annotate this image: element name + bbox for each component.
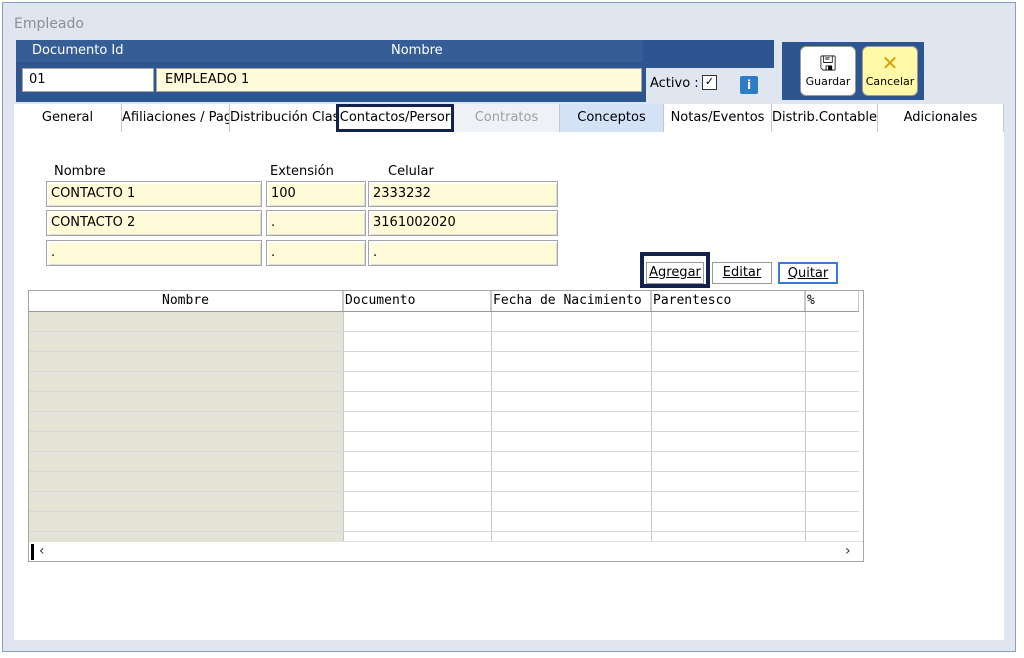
save-button-label: Guardar: [805, 75, 851, 88]
grid-header-line: [29, 311, 859, 312]
edit-button-label: Editar: [722, 265, 762, 280]
contact-name-field[interactable]: CONTACTO 1: [46, 181, 262, 207]
grid-row-line: [29, 431, 859, 432]
grid-row-line: [29, 391, 859, 392]
grid-row-line: [29, 331, 859, 332]
grid-divider: [651, 291, 652, 541]
horizontal-scrollbar[interactable]: ‹ ›: [29, 541, 863, 561]
grid-row-line: [29, 371, 859, 372]
contact-extension-field[interactable]: 100: [266, 181, 366, 207]
grid-row-line: [29, 471, 859, 472]
cancel-button-label: Cancelar: [865, 75, 915, 88]
grid-header-nombre[interactable]: Nombre: [29, 291, 343, 311]
contact-name-field[interactable]: .: [46, 240, 262, 266]
tab-adicionales[interactable]: Adicionales: [878, 104, 1004, 132]
grid-header-documento[interactable]: Documento: [343, 291, 491, 311]
tab-general[interactable]: General: [14, 104, 122, 132]
tab-afiliaciones[interactable]: Afiliaciones / Pag: [122, 104, 230, 132]
grid-row-line: [29, 411, 859, 412]
floppy-disk-icon: 🖫: [819, 51, 837, 75]
tab-distribucion[interactable]: Distribución Clas: [230, 104, 338, 132]
vertical-scrollbar[interactable]: ˄ ˅: [859, 291, 863, 541]
remove-button-label: Quitar: [787, 266, 829, 281]
cancel-button[interactable]: ✕ Cancelar: [862, 46, 918, 96]
close-x-icon: ✕: [881, 51, 899, 75]
grid-row-line: [29, 451, 859, 452]
grid-divider: [343, 291, 344, 541]
document-id-input[interactable]: 01: [22, 68, 154, 92]
contact-extension-field[interactable]: .: [266, 240, 366, 266]
tab-distrib-contable[interactable]: Distrib.Contable: [772, 104, 878, 132]
grid-header-percent[interactable]: %: [805, 291, 859, 311]
info-icon[interactable]: i: [740, 76, 758, 94]
tab-notas[interactable]: Notas/Eventos: [664, 104, 772, 132]
tab-contratos: Contratos: [454, 104, 560, 132]
contact-cellphone-field[interactable]: 2333232: [368, 181, 558, 207]
grid-name-column-bg: [29, 311, 343, 541]
remove-button[interactable]: Quitar: [778, 262, 838, 284]
contact-cellphone-header: Celular: [388, 164, 434, 179]
save-button[interactable]: 🖫 Guardar: [800, 46, 856, 96]
contact-name-header: Nombre: [54, 164, 106, 179]
contact-cellphone-field[interactable]: .: [368, 240, 558, 266]
tab-contactos[interactable]: Contactos/Persor: [336, 104, 454, 132]
window-title: Empleado: [14, 16, 84, 32]
grid-row-line: [29, 531, 859, 532]
grid-divider: [805, 291, 806, 541]
contact-cellphone-field[interactable]: 3161002020: [368, 210, 558, 236]
edit-button[interactable]: Editar: [712, 262, 772, 284]
chevron-right-icon[interactable]: ›: [845, 543, 851, 559]
add-button-label: Agregar: [649, 265, 701, 280]
dependents-grid[interactable]: Nombre Documento Fecha de Nacimiento Par…: [28, 290, 864, 562]
tab-strip: General Afiliaciones / Pag Distribución …: [14, 104, 1004, 132]
contact-extension-field[interactable]: .: [266, 210, 366, 236]
tab-conceptos[interactable]: Conceptos: [560, 104, 664, 132]
chevron-left-icon[interactable]: ‹: [39, 543, 45, 559]
scroll-thumb[interactable]: [31, 544, 34, 560]
contact-name-field[interactable]: CONTACTO 2: [46, 210, 262, 236]
grid-divider: [491, 291, 492, 541]
header-right: [643, 40, 774, 62]
activo-label: Activo :: [650, 76, 699, 91]
grid-row-line: [29, 511, 859, 512]
header-labels: Documento Id Nombre: [16, 40, 643, 62]
grid-row-line: [29, 491, 859, 492]
grid-header-parentesco[interactable]: Parentesco: [651, 291, 805, 311]
contact-extension-header: Extensión: [270, 164, 334, 179]
grid-row-line: [29, 351, 859, 352]
activo-checkbox[interactable]: ✓: [702, 75, 717, 90]
name-label: Nombre: [391, 43, 443, 58]
grid-header-fecha[interactable]: Fecha de Nacimiento: [491, 291, 651, 311]
employee-name-input[interactable]: EMPLEADO 1: [156, 68, 642, 92]
doc-id-label: Documento Id: [32, 43, 124, 58]
add-button[interactable]: Agregar: [646, 262, 704, 284]
